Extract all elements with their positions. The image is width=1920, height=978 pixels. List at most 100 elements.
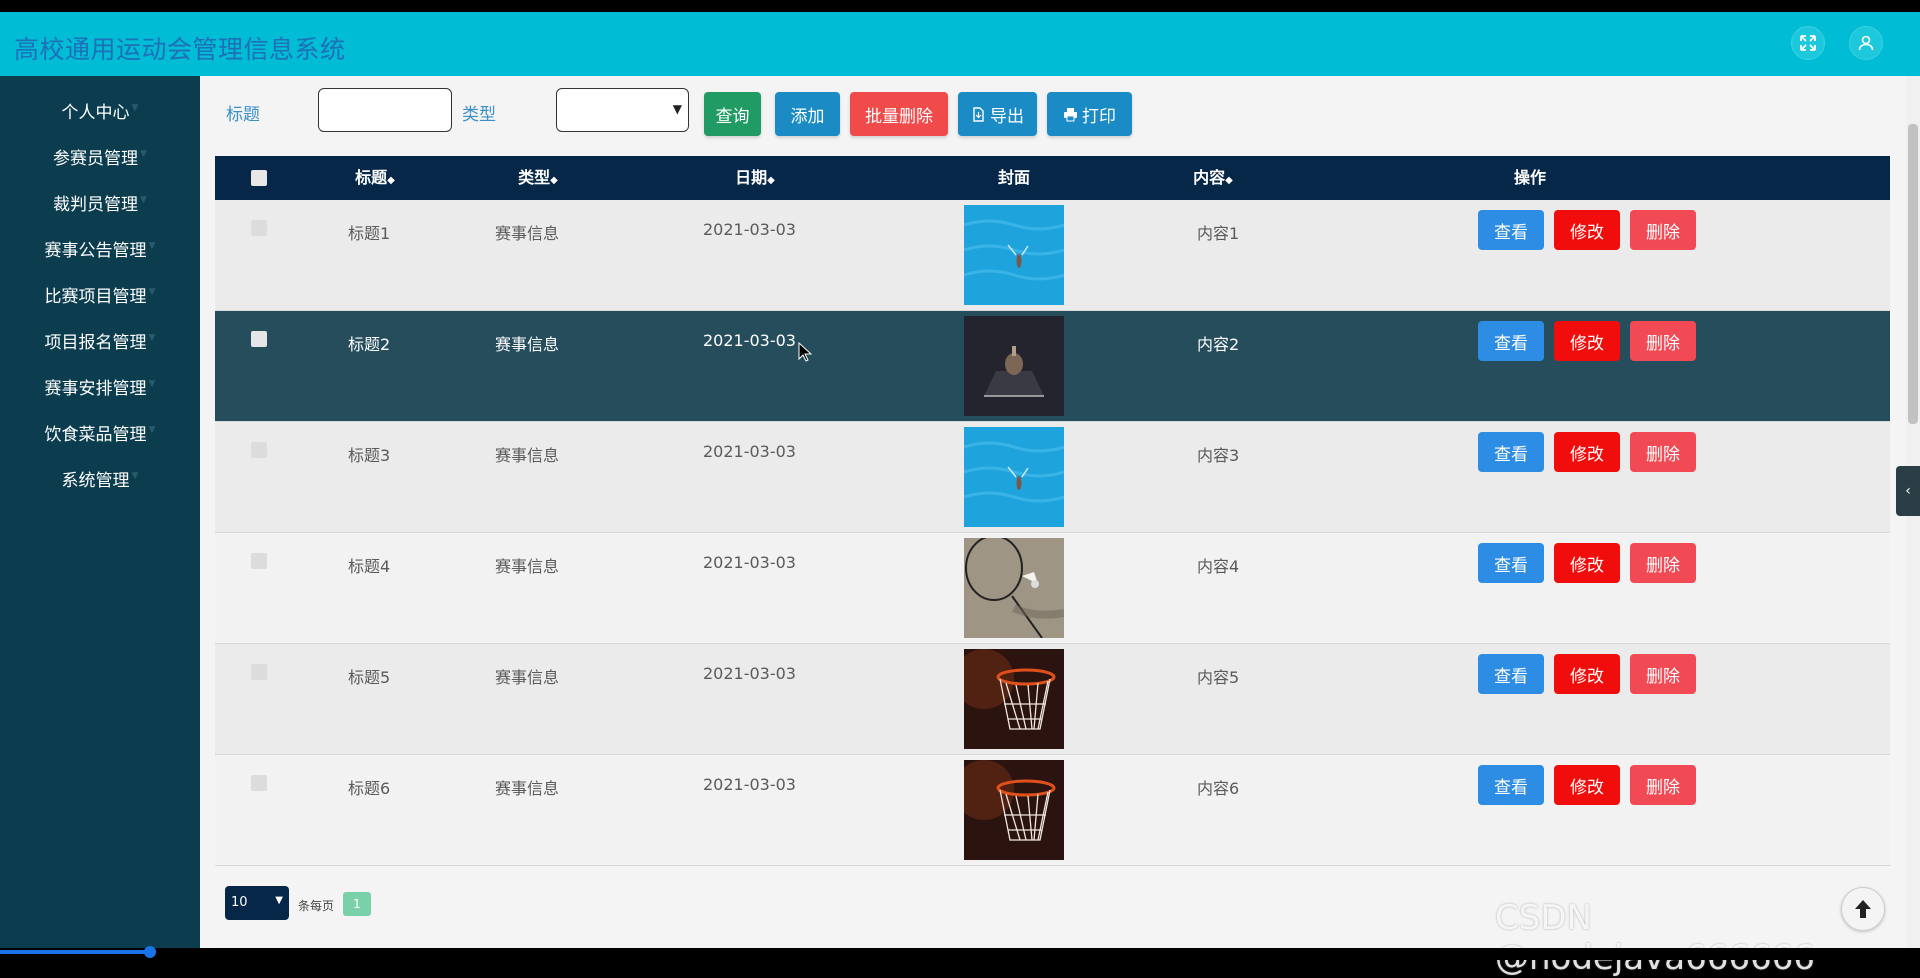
edit-button[interactable]: 修改: [1554, 432, 1620, 472]
row-checkbox[interactable]: [251, 664, 267, 680]
sidebar-item-registration[interactable]: 项目报名管理 ▼: [0, 320, 200, 360]
page-number-button[interactable]: 1: [343, 892, 371, 916]
caret-down-icon: ▼: [131, 103, 139, 113]
column-header-content[interactable]: 内容◆: [1163, 156, 1263, 200]
view-button[interactable]: 查看: [1478, 210, 1544, 250]
view-button[interactable]: 查看: [1478, 543, 1544, 583]
row-checkbox[interactable]: [251, 553, 267, 569]
sidebar-item-events[interactable]: 比赛项目管理 ▼: [0, 274, 200, 314]
cell-content: 内容3: [1197, 446, 1240, 465]
batch-delete-button[interactable]: 批量删除: [850, 92, 948, 136]
cover-image: [964, 316, 1064, 416]
delete-button[interactable]: 删除: [1630, 432, 1696, 472]
column-header-title[interactable]: 标题◆: [325, 156, 425, 200]
add-button[interactable]: 添加: [775, 92, 840, 136]
cell-type: 赛事信息: [495, 224, 560, 243]
progress-handle[interactable]: [144, 946, 156, 958]
page-size-value: 10: [231, 895, 248, 910]
sidebar-item-athletes[interactable]: 参赛员管理 ▼: [0, 136, 200, 176]
table-row[interactable]: 标题2 赛事信息 2021-03-03 内容2 查看 修改 删除: [215, 311, 1890, 422]
sidebar-item-system[interactable]: 系统管理 ▼: [0, 458, 200, 498]
delete-button[interactable]: 删除: [1630, 210, 1696, 250]
query-button[interactable]: 查询: [704, 92, 761, 136]
progress-bar: [0, 950, 150, 954]
chevron-down-icon: ▼: [672, 102, 682, 116]
edit-button[interactable]: 修改: [1554, 654, 1620, 694]
sidebar-item-label: 项目报名管理: [44, 332, 147, 353]
taskbar-strip: [0, 948, 1920, 960]
delete-button[interactable]: 删除: [1630, 654, 1696, 694]
column-header-date[interactable]: 日期◆: [695, 156, 815, 200]
sidebar-item-schedule[interactable]: 赛事安排管理 ▼: [0, 366, 200, 406]
sidebar-item-label: 比赛项目管理: [44, 286, 147, 307]
collapse-panel-button[interactable]: ‹: [1896, 466, 1920, 516]
top-header: 高校通用运动会管理信息系统: [0, 12, 1920, 76]
page-size-select[interactable]: 10 ▼: [225, 886, 289, 920]
sidebar-item-label: 系统管理: [61, 470, 130, 491]
cell-date: 2021-03-03: [703, 442, 796, 461]
view-button[interactable]: 查看: [1478, 654, 1544, 694]
cell-date: 2021-03-03: [703, 775, 796, 794]
cell-content: 内容6: [1197, 779, 1240, 798]
delete-button[interactable]: 删除: [1630, 765, 1696, 805]
delete-button[interactable]: 删除: [1630, 543, 1696, 583]
cell-title: 标题3: [348, 446, 391, 465]
sort-icon: ◆: [550, 175, 558, 186]
user-button[interactable]: [1849, 26, 1883, 60]
table-row[interactable]: 标题1 赛事信息 2021-03-03 内容1 查看 修改 删除: [215, 200, 1890, 311]
sidebar-item-label: 赛事公告管理: [44, 240, 147, 261]
type-select[interactable]: ▼: [556, 88, 689, 132]
caret-down-icon: ▼: [148, 287, 156, 297]
print-label: 打印: [1082, 106, 1116, 127]
cell-title: 标题6: [348, 779, 391, 798]
sidebar-item-label: 赛事安排管理: [44, 378, 147, 399]
cell-date: 2021-03-03: [703, 664, 796, 683]
scrollbar-thumb[interactable]: [1908, 124, 1918, 424]
delete-button[interactable]: 删除: [1630, 321, 1696, 361]
sort-icon: ◆: [767, 175, 775, 186]
sidebar-item-announcements[interactable]: 赛事公告管理 ▼: [0, 228, 200, 268]
cell-date: 2021-03-03: [703, 553, 796, 572]
cell-type: 赛事信息: [495, 668, 560, 687]
select-all-checkbox[interactable]: [251, 170, 267, 186]
table-row[interactable]: 标题4 赛事信息 2021-03-03 内容4 查看 修改 删除: [215, 533, 1890, 644]
row-checkbox[interactable]: [251, 775, 267, 791]
sort-icon: ◆: [387, 175, 395, 186]
app-window: 高校通用运动会管理信息系统 个人中心 ▼ 参赛员管理 ▼ 裁判员管理 ▼ 赛事公告管理…: [0, 12, 1920, 948]
view-button[interactable]: 查看: [1478, 432, 1544, 472]
row-checkbox[interactable]: [251, 331, 267, 347]
file-export-icon: [973, 106, 984, 122]
per-page-label: 条每页: [298, 899, 335, 913]
edit-button[interactable]: 修改: [1554, 210, 1620, 250]
row-checkbox[interactable]: [251, 220, 267, 236]
export-button[interactable]: 导出: [958, 92, 1037, 136]
sidebar-item-dishes[interactable]: 饮食菜品管理 ▼: [0, 412, 200, 452]
caret-down-icon: ▼: [148, 425, 156, 435]
table-row[interactable]: 标题3 赛事信息 2021-03-03 内容3 查看 修改 删除: [215, 422, 1890, 533]
caret-down-icon: ▼: [131, 471, 139, 481]
sidebar-item-personal-center[interactable]: 个人中心 ▼: [0, 90, 200, 130]
caret-down-icon: ▼: [148, 241, 156, 251]
edit-button[interactable]: 修改: [1554, 765, 1620, 805]
cell-title: 标题2: [348, 335, 391, 354]
column-header-actions: 操作: [1513, 168, 1546, 187]
cover-image: [954, 649, 1064, 749]
view-button[interactable]: 查看: [1478, 765, 1544, 805]
cell-content: 内容2: [1197, 335, 1240, 354]
table-row[interactable]: 标题5 赛事信息 2021-03-03 内容5 查看 修改 删除: [215, 644, 1890, 755]
sidebar-item-referees[interactable]: 裁判员管理 ▼: [0, 182, 200, 222]
view-button[interactable]: 查看: [1478, 321, 1544, 361]
edit-button[interactable]: 修改: [1554, 321, 1620, 361]
sidebar: 个人中心 ▼ 参赛员管理 ▼ 裁判员管理 ▼ 赛事公告管理 ▼ 比赛项目管理 ▼ 项目报名…: [0, 76, 200, 948]
column-header-type[interactable]: 类型◆: [483, 156, 593, 200]
chevron-down-icon: ▼: [275, 895, 283, 906]
table-row[interactable]: 标题6 赛事信息 2021-03-03 内容6 查看 修改 删除: [215, 755, 1890, 866]
title-input[interactable]: [318, 88, 452, 132]
edit-button[interactable]: 修改: [1554, 543, 1620, 583]
fullscreen-button[interactable]: [1791, 26, 1825, 60]
row-checkbox[interactable]: [251, 442, 267, 458]
print-button[interactable]: 打印: [1047, 92, 1132, 136]
cell-date: 2021-03-03: [703, 331, 796, 350]
sidebar-item-label: 个人中心: [61, 102, 130, 123]
watermark: CSDN @nodejava666666: [1495, 898, 1815, 978]
